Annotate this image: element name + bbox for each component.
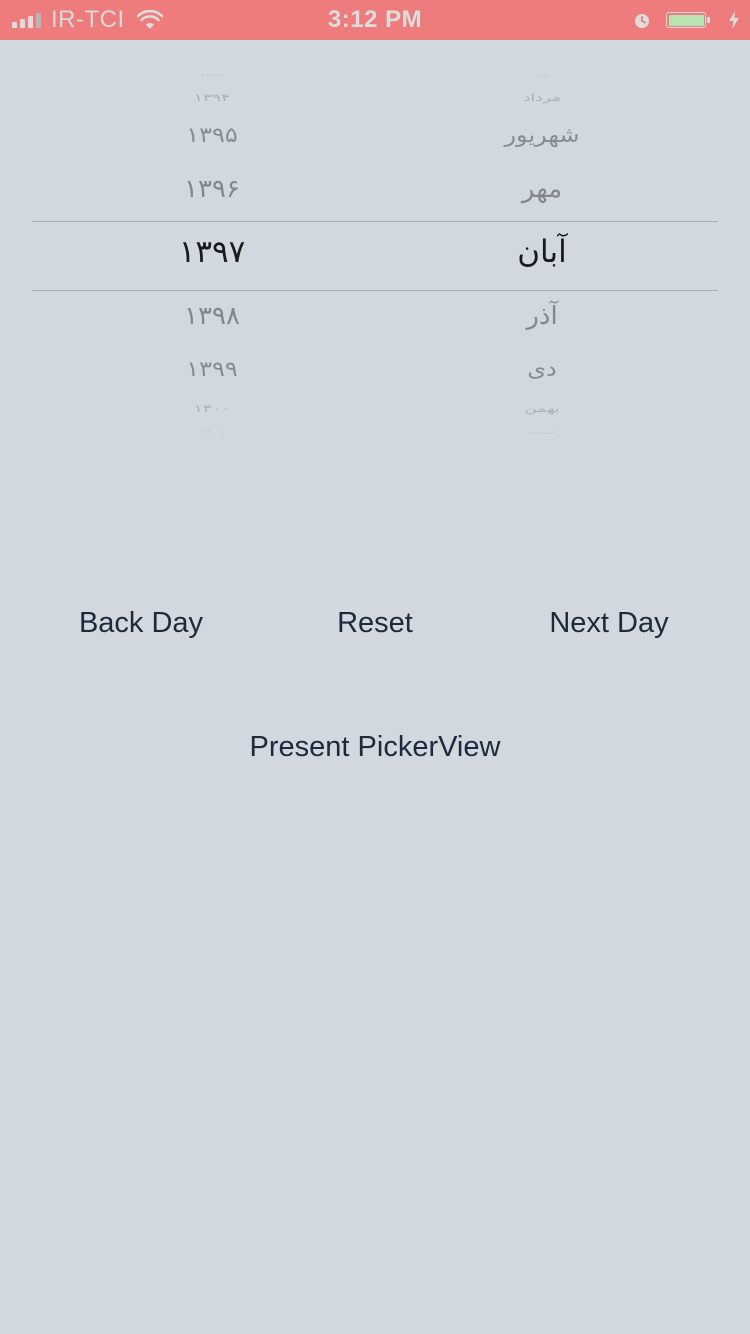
month-row[interactable]: تیر — [452, 72, 632, 78]
month-column[interactable]: تیر مرداد شهریور مهر آبان آذر دی بهمن اس… — [452, 40, 632, 440]
year-row[interactable]: ۱۳۹۵ — [122, 122, 302, 148]
month-row[interactable]: دی — [452, 356, 632, 382]
year-row[interactable]: ۱۳۹۳ — [122, 72, 302, 78]
battery-icon — [666, 12, 710, 28]
month-row[interactable]: بهمن — [452, 403, 632, 417]
year-column[interactable]: ۱۳۹۳ ۱۳۹۴ ۱۳۹۵ ۱۳۹۶ ۱۳۹۷ ۱۳۹۸ ۱۳۹۹ ۱۴۰۰ … — [122, 40, 302, 440]
alarm-icon — [635, 14, 649, 28]
year-row[interactable]: ۱۳۹۶ — [122, 173, 302, 204]
reset-button[interactable]: Reset — [320, 607, 430, 640]
month-row[interactable]: مرداد — [452, 92, 632, 106]
month-row[interactable]: آذر — [452, 300, 632, 331]
next-day-button[interactable]: Next Day — [530, 607, 688, 640]
present-pickerview-button[interactable]: Present PickerView — [225, 731, 525, 764]
selected-year[interactable]: ۱۳۹۷ — [122, 234, 302, 271]
charging-bolt-icon — [729, 11, 739, 29]
year-row[interactable]: ۱۴۰۰ — [122, 403, 302, 417]
status-right — [632, 0, 740, 40]
selected-month[interactable]: آبان — [452, 234, 632, 271]
month-row[interactable]: مهر — [452, 173, 632, 204]
year-row[interactable]: ۱۳۹۴ — [122, 92, 302, 106]
year-row[interactable]: ۱۳۹۸ — [122, 300, 302, 331]
year-row[interactable]: ۱۴۰۱ — [122, 429, 302, 435]
month-row[interactable]: اسفند — [452, 429, 632, 435]
month-row[interactable]: شهریور — [452, 122, 632, 148]
date-picker[interactable]: ۱۳۹۳ ۱۳۹۴ ۱۳۹۵ ۱۳۹۶ ۱۳۹۷ ۱۳۹۸ ۱۳۹۹ ۱۴۰۰ … — [32, 40, 718, 440]
status-bar: IR-TCI 3:12 PM — [0, 0, 750, 40]
year-row[interactable]: ۱۳۹۹ — [122, 356, 302, 382]
back-day-button[interactable]: Back Day — [60, 607, 222, 640]
